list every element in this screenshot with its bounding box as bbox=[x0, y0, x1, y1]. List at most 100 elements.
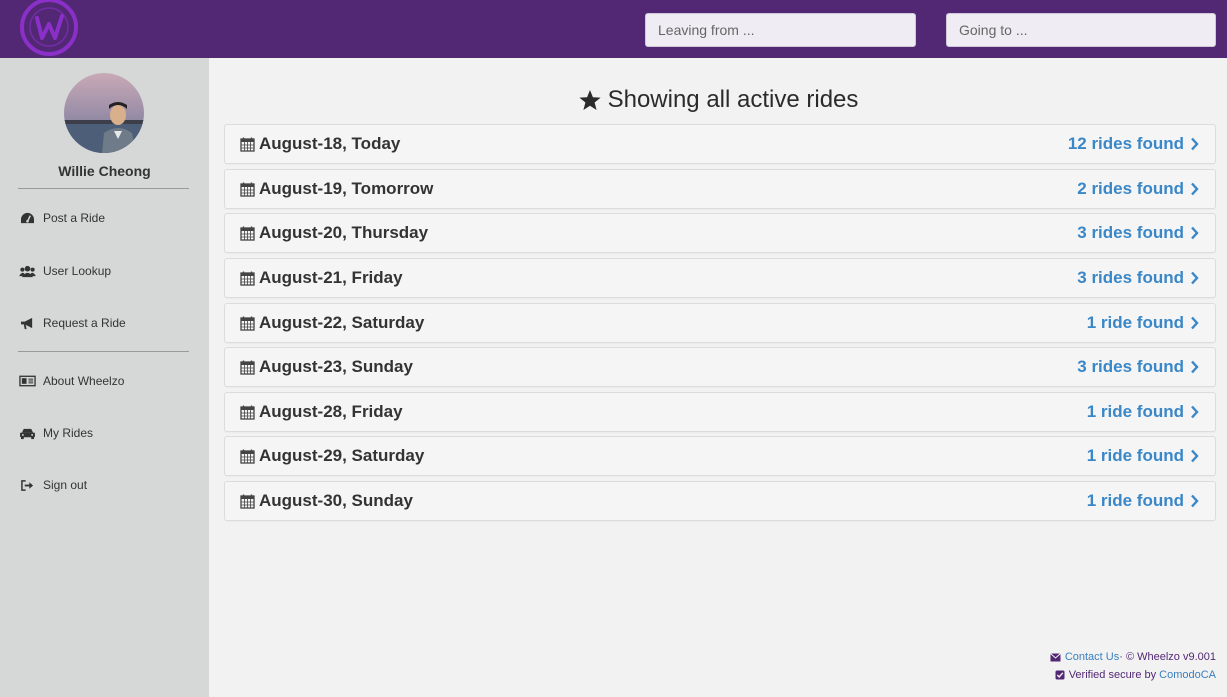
calendar-icon bbox=[240, 316, 255, 331]
ride-row[interactable]: August-29, Saturday 1 ride found bbox=[224, 436, 1216, 476]
ride-count-label: 3 rides found bbox=[1077, 357, 1184, 376]
car-icon bbox=[18, 426, 36, 440]
ride-row[interactable]: August-20, Thursday 3 rides found bbox=[224, 213, 1216, 253]
calendar-icon bbox=[240, 271, 255, 286]
sidebar-divider bbox=[18, 351, 189, 352]
ride-row[interactable]: August-22, Saturday 1 ride found bbox=[224, 303, 1216, 343]
star-icon bbox=[578, 89, 601, 110]
sidebar-item-post-a-ride[interactable]: Post a Ride bbox=[18, 206, 198, 230]
sign-out-icon bbox=[18, 478, 36, 492]
copyright-text: · © Wheelzo v9.001 bbox=[1119, 651, 1216, 663]
user-photo bbox=[64, 73, 144, 153]
leaving-from-input[interactable] bbox=[645, 13, 916, 47]
page-title: Showing all active rides bbox=[209, 86, 1227, 114]
ride-row[interactable]: August-18, Today 12 rides found bbox=[224, 124, 1216, 164]
ride-count-link[interactable]: 12 rides found bbox=[1068, 134, 1199, 154]
ride-count-link[interactable]: 1 ride found bbox=[1087, 402, 1199, 422]
sidebar: Willie Cheong Post a Ride User Lookup Re… bbox=[0, 58, 209, 697]
calendar-icon bbox=[240, 449, 255, 464]
chevron-right-icon bbox=[1191, 360, 1199, 374]
sidebar-item-label: Request a Ride bbox=[43, 316, 126, 330]
sidebar-item-request-a-ride[interactable]: Request a Ride bbox=[18, 311, 198, 335]
verified-text: Verified secure by bbox=[1068, 669, 1157, 681]
ride-date-label: August-18, Today bbox=[259, 134, 401, 153]
ride-date: August-19, Tomorrow bbox=[240, 179, 433, 199]
comodo-ca-link[interactable]: ComodoCA bbox=[1159, 669, 1216, 681]
ride-date: August-28, Friday bbox=[240, 402, 403, 422]
dashboard-icon bbox=[18, 211, 36, 225]
sidebar-item-label: Sign out bbox=[43, 478, 88, 492]
ride-date-label: August-21, Friday bbox=[259, 268, 403, 287]
ride-row[interactable]: August-23, Sunday 3 rides found bbox=[224, 347, 1216, 387]
chevron-right-icon bbox=[1191, 316, 1199, 330]
chevron-right-icon bbox=[1191, 226, 1199, 240]
check-square-icon bbox=[1055, 670, 1065, 680]
ride-count-label: 1 ride found bbox=[1086, 313, 1184, 332]
ride-date-label: August-30, Sunday bbox=[259, 491, 413, 510]
ride-count-label: 2 rides found bbox=[1077, 179, 1184, 198]
sidebar-item-my-rides[interactable]: My Rides bbox=[18, 421, 198, 445]
ride-count-link[interactable]: 1 ride found bbox=[1087, 446, 1199, 466]
ride-row[interactable]: August-21, Friday 3 rides found bbox=[224, 258, 1216, 298]
contact-us-link[interactable]: Contact Us bbox=[1065, 651, 1119, 663]
calendar-icon bbox=[240, 137, 255, 152]
sidebar-item-sign-out[interactable]: Sign out bbox=[18, 473, 198, 497]
ride-date: August-29, Saturday bbox=[240, 446, 424, 466]
ride-row[interactable]: August-30, Sunday 1 ride found bbox=[224, 481, 1216, 521]
calendar-icon bbox=[240, 360, 255, 375]
calendar-icon bbox=[240, 405, 255, 420]
ride-count-link[interactable]: 3 rides found bbox=[1077, 223, 1199, 243]
envelope-icon bbox=[1049, 652, 1061, 661]
sidebar-item-user-lookup[interactable]: User Lookup bbox=[18, 259, 198, 283]
ride-date-label: August-28, Friday bbox=[259, 402, 403, 421]
ride-count-label: 1 ride found bbox=[1086, 491, 1184, 510]
users-icon bbox=[18, 264, 36, 278]
ride-date: August-23, Sunday bbox=[240, 357, 413, 377]
ride-date-label: August-29, Saturday bbox=[259, 446, 425, 465]
sidebar-divider bbox=[18, 188, 189, 189]
ride-count-link[interactable]: 2 rides found bbox=[1077, 179, 1199, 199]
chevron-right-icon bbox=[1191, 137, 1199, 151]
user-name: Willie Cheong bbox=[58, 163, 151, 179]
chevron-right-icon bbox=[1191, 182, 1199, 196]
sidebar-item-about-wheelzo[interactable]: About Wheelzo bbox=[18, 369, 198, 393]
chevron-right-icon bbox=[1191, 449, 1199, 463]
ride-row[interactable]: August-28, Friday 1 ride found bbox=[224, 392, 1216, 432]
ride-date: August-18, Today bbox=[240, 134, 400, 154]
sidebar-item-label: About Wheelzo bbox=[43, 374, 125, 388]
sidebar-item-label: User Lookup bbox=[43, 264, 112, 278]
ride-date-label: August-23, Sunday bbox=[259, 357, 413, 376]
newspaper-icon bbox=[18, 374, 36, 388]
bullhorn-icon bbox=[18, 316, 36, 330]
ride-row[interactable]: August-19, Tomorrow 2 rides found bbox=[224, 169, 1216, 209]
sidebar-item-label: My Rides bbox=[43, 426, 94, 440]
ride-count-label: 12 rides found bbox=[1067, 134, 1184, 153]
ride-count-label: 1 ride found bbox=[1086, 402, 1184, 421]
ride-count-link[interactable]: 3 rides found bbox=[1077, 268, 1199, 288]
avatar[interactable] bbox=[64, 73, 144, 153]
wheelzo-logo[interactable] bbox=[18, 0, 80, 58]
ride-count-label: 3 rides found bbox=[1077, 223, 1184, 242]
ride-date-label: August-20, Thursday bbox=[259, 223, 429, 242]
top-bar bbox=[0, 0, 1227, 58]
ride-count-label: 1 ride found bbox=[1086, 446, 1184, 465]
ride-date: August-20, Thursday bbox=[240, 223, 428, 243]
footer-contact: Contact Us · © Wheelzo v9.001 bbox=[1049, 651, 1216, 663]
calendar-icon bbox=[240, 494, 255, 509]
ride-count-link[interactable]: 1 ride found bbox=[1087, 313, 1199, 333]
ride-count-link[interactable]: 1 ride found bbox=[1087, 491, 1199, 511]
ride-date: August-30, Sunday bbox=[240, 491, 413, 511]
ride-date: August-22, Saturday bbox=[240, 313, 424, 333]
ride-date: August-21, Friday bbox=[240, 268, 403, 288]
ride-date-label: August-19, Tomorrow bbox=[259, 179, 434, 198]
ride-date-label: August-22, Saturday bbox=[259, 313, 425, 332]
ride-count-label: 3 rides found bbox=[1077, 268, 1184, 287]
going-to-input[interactable] bbox=[946, 13, 1216, 47]
ride-count-link[interactable]: 3 rides found bbox=[1077, 357, 1199, 377]
calendar-icon bbox=[240, 182, 255, 197]
chevron-right-icon bbox=[1191, 271, 1199, 285]
sidebar-item-label: Post a Ride bbox=[43, 211, 106, 225]
calendar-icon bbox=[240, 226, 255, 241]
chevron-right-icon bbox=[1191, 494, 1199, 508]
footer-verified: Verified secure by ComodoCA bbox=[1055, 669, 1216, 681]
